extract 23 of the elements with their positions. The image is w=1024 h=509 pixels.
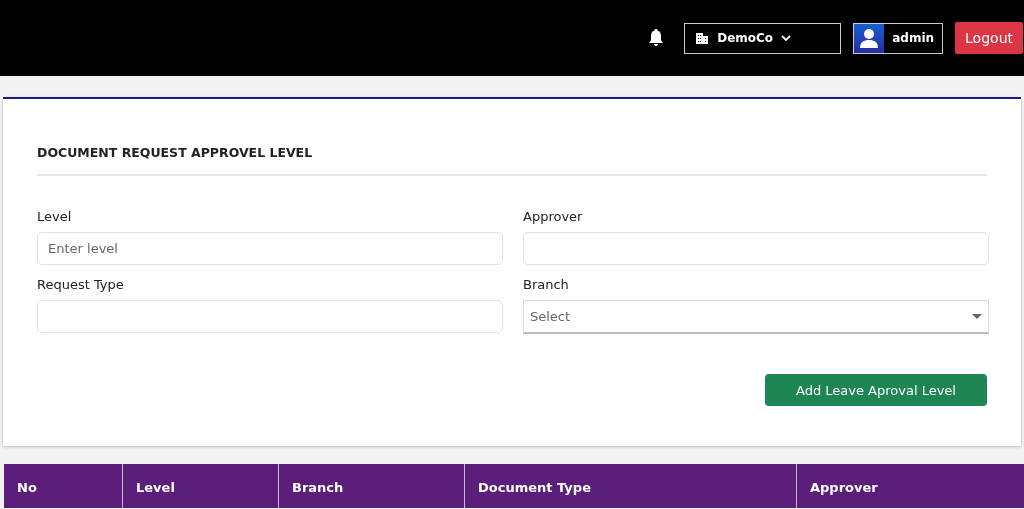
field-label: Level	[37, 209, 73, 224]
column-header: No	[4, 464, 123, 508]
company-dropdown[interactable]: DemoCo	[684, 22, 842, 54]
chevron-down-icon	[781, 35, 792, 41]
caret-icon	[972, 314, 982, 319]
select-field[interactable]: Select	[523, 300, 989, 334]
building-icon	[695, 31, 710, 45]
user-menu[interactable]: admin	[853, 22, 944, 54]
input-field[interactable]	[523, 232, 989, 265]
field-label: Branch	[523, 277, 570, 292]
form-title: DOCUMENT REQUEST APPROVEL LEVEL	[37, 99, 987, 176]
column-header: Branch	[279, 464, 465, 508]
column-header: Level	[123, 464, 279, 508]
column-header: Document Type	[465, 464, 797, 508]
user-icon	[859, 28, 880, 48]
bell-icon[interactable]	[648, 29, 665, 47]
input-field[interactable]: Enter level	[37, 232, 503, 265]
field-label: Request Type	[37, 277, 125, 292]
column-header: Approver	[809, 479, 879, 497]
add-level-button[interactable]: Add Leave Aproval Level	[765, 374, 987, 406]
input-field[interactable]	[37, 300, 503, 333]
field-label: Approver	[523, 209, 584, 224]
logout-button[interactable]: Logout	[955, 22, 1023, 54]
